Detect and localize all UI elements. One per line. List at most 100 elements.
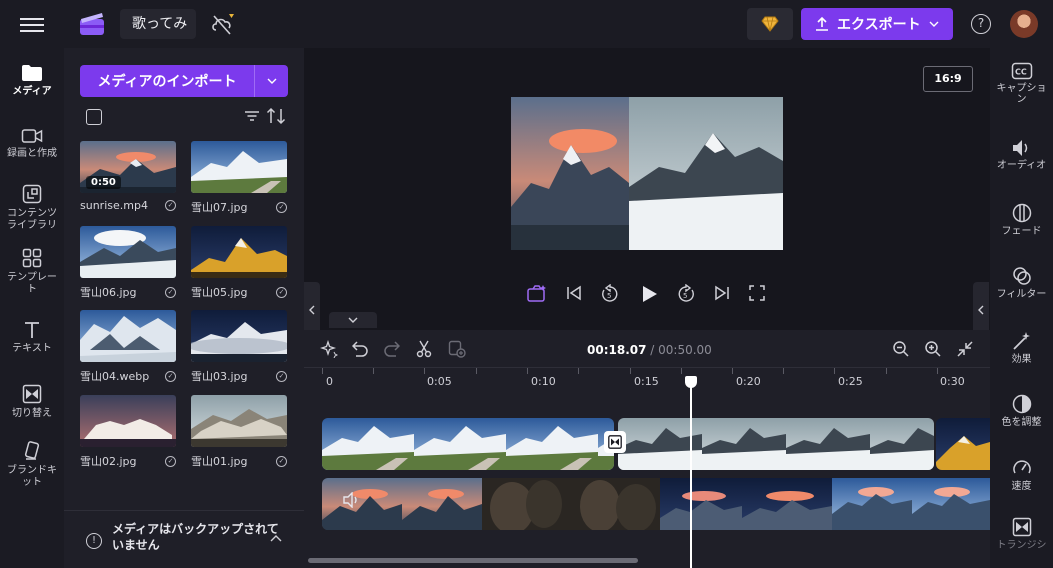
rail-item-record[interactable]: 録画と作成 [0,128,64,160]
import-media-button[interactable]: メディアのインポート [80,65,288,97]
clip-frame [912,478,990,530]
media-thumbnail[interactable]: 0:50 [80,141,176,193]
media-thumbnail[interactable] [80,395,176,447]
skip-forward-icon[interactable] [713,284,731,302]
rail-item-speed[interactable]: 速度 [990,458,1053,492]
ai-camera-icon[interactable] [526,284,548,304]
clip-frame [322,418,414,470]
rewind-5-icon[interactable]: 5 [600,284,620,304]
media-item[interactable]: 雪山02.jpg ✓ [80,395,176,469]
color-adjust-icon [1012,394,1031,414]
media-item[interactable]: 雪山05.jpg ✓ [191,226,287,300]
transition-marker[interactable] [604,431,626,453]
media-thumbnail[interactable] [191,141,287,193]
play-icon[interactable] [639,284,659,304]
rail-item-effects[interactable]: 効果 [990,331,1053,365]
svg-text:5: 5 [607,292,611,300]
media-thumbnail[interactable] [191,310,287,362]
rail-label: フィルター [996,289,1047,300]
skip-back-icon[interactable] [565,284,583,302]
duplicate-icon[interactable] [448,340,466,358]
playhead[interactable] [690,380,692,568]
upload-icon [816,16,828,31]
rail-label: 切り替え [12,408,52,419]
clip-frame [742,478,832,530]
help-icon[interactable]: ? [971,14,991,34]
zoom-in-icon[interactable] [924,340,942,358]
media-item[interactable]: 0:50 sunrise.mp4 ✓ [80,141,176,212]
media-thumbnail[interactable] [80,310,176,362]
rail-item-brand-kit[interactable]: ブランドキット [0,441,64,489]
rail-item-audio[interactable]: オーディオ [990,139,1053,171]
preview-frame-left [511,97,629,250]
cloud-sync-off-icon[interactable] [210,12,236,36]
media-item[interactable]: 雪山03.jpg ✓ [191,310,287,384]
rail-item-library[interactable]: コンテンツライブラリ [0,184,64,232]
import-main[interactable]: メディアのインポート [80,65,255,97]
rail-label: テンプレート [7,272,57,295]
backup-notice[interactable]: ! メディアはバックアップされていません [64,510,304,568]
image-clip-2[interactable] [618,418,934,470]
media-item[interactable]: 雪山06.jpg ✓ [80,226,176,300]
aspect-ratio-button[interactable]: 16:9 [923,66,973,92]
left-rail: メディア 録画と作成 コンテンツライブラリ テンプレート テキスト 切り替え ブ… [0,48,64,568]
library-icon [22,184,42,204]
ruler-label: 0:10 [531,375,556,388]
premium-button[interactable] [747,8,793,40]
media-item[interactable]: 雪山04.webp ✓ [80,310,176,384]
fit-timeline-icon[interactable] [956,340,974,358]
rail-item-filters[interactable]: フィルター [990,266,1053,300]
rail-label: フェード [1001,226,1042,237]
top-bar: 歌ってみ エクスポート ? [0,0,1053,48]
scissors-icon[interactable] [416,340,432,358]
image-clip-1[interactable] [322,418,614,470]
rail-item-transitions[interactable]: 切り替え [0,384,64,420]
rail-item-text[interactable]: テキスト [0,321,64,355]
media-item[interactable]: 雪山07.jpg ✓ [191,141,287,215]
ruler-label: 0 [326,375,333,388]
redo-icon[interactable] [384,340,400,358]
rail-item-captions[interactable]: CC キャプション [990,62,1053,105]
export-label: エクスポート [837,17,921,33]
current-time: 00:18.07 [587,343,647,357]
avatar[interactable] [1010,10,1038,38]
clip-frame [702,418,786,470]
import-dropdown[interactable] [255,65,288,97]
project-title[interactable]: 歌ってみ [120,9,196,39]
media-thumbnail[interactable] [191,226,287,278]
media-thumbnail[interactable] [80,226,176,278]
camera-icon [21,129,43,143]
media-panel: メディアのインポート 0:50 sunrise.mp4 ✓ 雪山07.jpg ✓ [64,48,304,568]
rail-item-color-adjust[interactable]: 色を調整 [990,394,1053,428]
rail-label: 速度 [1011,481,1032,492]
magic-sparkle-icon[interactable] [320,340,338,358]
clip-frame [414,418,506,470]
chevron-up-icon[interactable] [270,535,282,543]
menu-icon[interactable] [18,14,46,34]
undo-icon[interactable] [352,340,368,358]
select-all-checkbox[interactable] [86,109,102,125]
export-button[interactable]: エクスポート [801,8,953,40]
check-circle-icon: ✓ [276,455,287,467]
rail-item-fade[interactable]: フェード [990,203,1053,237]
fullscreen-icon[interactable] [748,284,766,302]
transition-icon [22,384,42,404]
volume-icon[interactable] [342,492,360,508]
media-item[interactable]: 雪山01.jpg ✓ [191,395,287,469]
rail-item-transition[interactable]: トランジシ [990,517,1053,551]
forward-5-icon[interactable]: 5 [676,284,696,304]
zoom-out-icon[interactable] [892,340,910,358]
rail-label: テキスト [12,343,52,354]
rail-item-templates[interactable]: テンプレート [0,248,64,296]
rail-item-media[interactable]: メディア [0,64,64,98]
video-clip[interactable] [322,478,990,530]
image-clip-3[interactable] [936,418,990,470]
timeline-toggle-button[interactable] [329,312,377,328]
media-thumbnail[interactable] [191,395,287,447]
filter-icon[interactable] [244,109,260,123]
sort-icon[interactable] [266,107,286,125]
timeline-scrollbar[interactable] [308,558,638,563]
clipchamp-logo-icon [80,13,104,35]
preview-canvas[interactable] [511,97,783,250]
timeline-ruler[interactable]: 0 0:05 0:10 0:15 0:20 0:25 0:30 [304,368,990,392]
